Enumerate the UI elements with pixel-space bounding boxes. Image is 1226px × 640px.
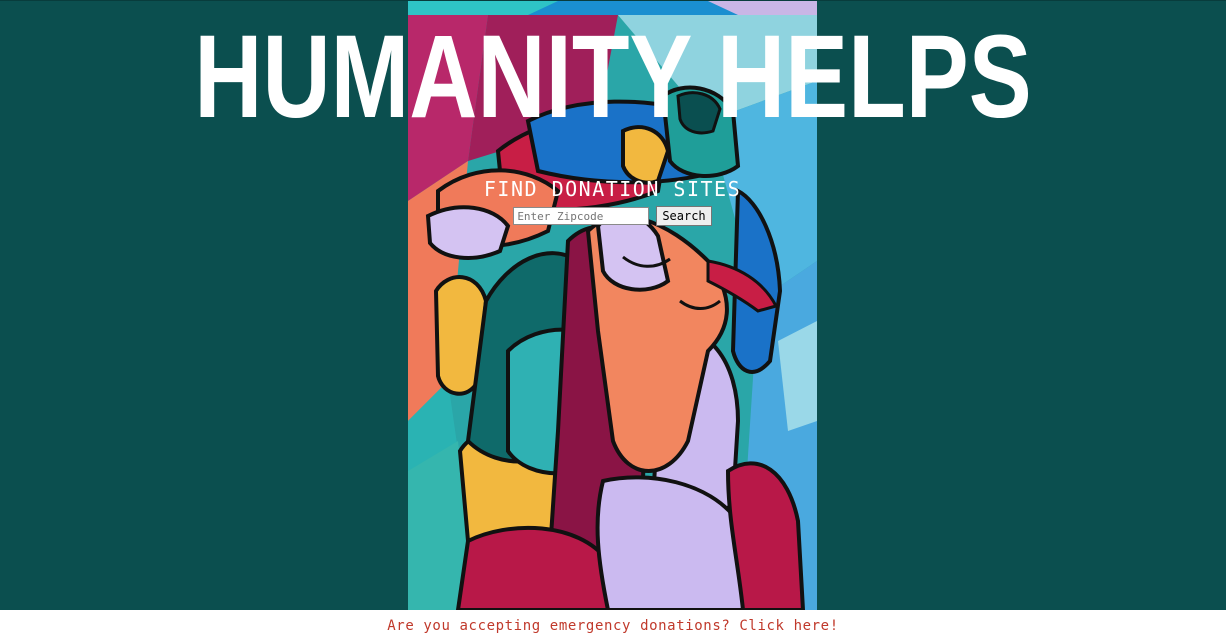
footer-banner: Are you accepting emergency donations? C… [0,610,1226,640]
zipcode-input[interactable] [513,207,650,225]
search-button[interactable]: Search [656,206,712,226]
search-heading: FIND DONATION SITES [483,177,742,201]
donation-search-panel: FIND DONATION SITES Search [408,176,817,226]
search-form: Search [408,206,817,226]
emergency-donations-link[interactable]: Are you accepting emergency donations? C… [387,617,838,635]
site-title: HUMANITY HELPS [194,11,1032,143]
